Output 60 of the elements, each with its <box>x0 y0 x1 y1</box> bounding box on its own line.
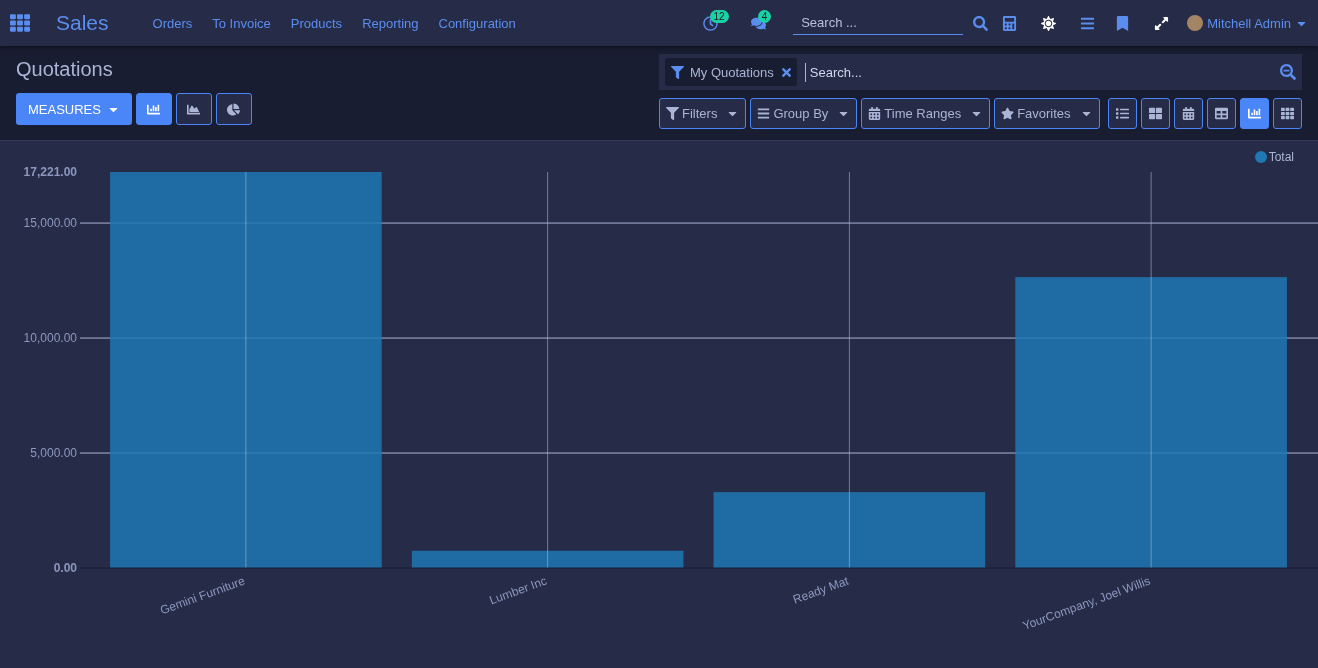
zoom-out-icon <box>1280 64 1296 80</box>
chart-mode-button[interactable] <box>135 93 172 125</box>
filter-facet[interactable]: My Quotations <box>665 58 797 86</box>
expand-icon[interactable] <box>1154 15 1170 31</box>
menu-icon <box>757 107 771 120</box>
pie-chart-icon <box>227 102 241 116</box>
message-count: 4 <box>757 9 772 23</box>
menu-link[interactable]: Configuration <box>438 15 516 31</box>
filter-dropdown-button[interactable]: Time Ranges <box>861 98 991 129</box>
filter-dropdown-button[interactable]: Favorites <box>994 98 1100 129</box>
user-menu[interactable]: Mitchell Admin <box>1187 15 1308 31</box>
search-icon[interactable] <box>973 15 989 31</box>
axis-tick-label: 0.00 <box>53 561 77 575</box>
calendar-icon <box>1181 107 1195 120</box>
filter-dropdown-button[interactable]: Group By <box>750 98 858 129</box>
star-icon <box>1001 107 1015 120</box>
filter-icon <box>666 107 679 120</box>
calculator-icon[interactable] <box>1002 15 1018 31</box>
view-mode-button[interactable] <box>1140 98 1170 129</box>
menu-icon[interactable] <box>1080 15 1096 31</box>
tiles-icon <box>1148 107 1162 120</box>
category-label: Ready Mat <box>791 573 851 607</box>
list-icon <box>1115 107 1129 120</box>
view-mode-button[interactable] <box>1206 98 1236 129</box>
search-bar[interactable]: My Quotations Search... <box>659 54 1302 90</box>
chart-mode-button[interactable] <box>175 93 212 125</box>
view-mode-button[interactable] <box>1107 98 1137 129</box>
chart-mode-button[interactable] <box>215 93 252 125</box>
area-chart-icon <box>187 102 201 116</box>
bookmark-icon[interactable] <box>1115 15 1131 31</box>
bar-chart-icon <box>147 102 161 116</box>
axis-tick-label: 15,000.00 <box>23 216 77 231</box>
sun-icon[interactable] <box>1041 15 1057 31</box>
measures-button[interactable]: MEASURES <box>16 93 132 125</box>
view-mode-button[interactable] <box>1272 98 1302 129</box>
avatar-icon <box>1187 15 1204 31</box>
axis-tick-label: 17,221.00 <box>23 165 77 179</box>
table-icon <box>1214 107 1228 120</box>
breadcrumb-title: Quotations <box>16 58 114 81</box>
close-icon <box>779 65 793 79</box>
legend-label[interactable]: Total <box>1268 150 1294 164</box>
bar-chart-icon <box>1247 107 1261 120</box>
activity-count: 12 <box>709 9 729 23</box>
view-mode-button[interactable] <box>1239 98 1269 129</box>
menu-link[interactable]: Products <box>290 15 343 31</box>
apps-grid-icon[interactable] <box>10 13 30 33</box>
grid-icon <box>1280 107 1294 120</box>
view-mode-button[interactable] <box>1173 98 1203 129</box>
category-label: Lumber Inc <box>487 573 549 608</box>
axis-tick-label: 10,000.00 <box>23 331 77 346</box>
menu-link[interactable]: Reporting <box>362 15 419 31</box>
menu-link[interactable]: Orders <box>152 15 193 31</box>
axis-tick-label: 5,000.00 <box>30 446 77 460</box>
filter-icon <box>671 65 684 79</box>
app-title: Sales <box>56 11 109 35</box>
calendar-icon <box>868 107 882 120</box>
search-field[interactable]: Search... <box>804 62 1272 82</box>
filter-dropdown-button[interactable]: Filters <box>659 98 747 129</box>
search-field[interactable]: Search ... <box>793 11 964 35</box>
menu-link[interactable]: To Invoice <box>212 15 271 31</box>
